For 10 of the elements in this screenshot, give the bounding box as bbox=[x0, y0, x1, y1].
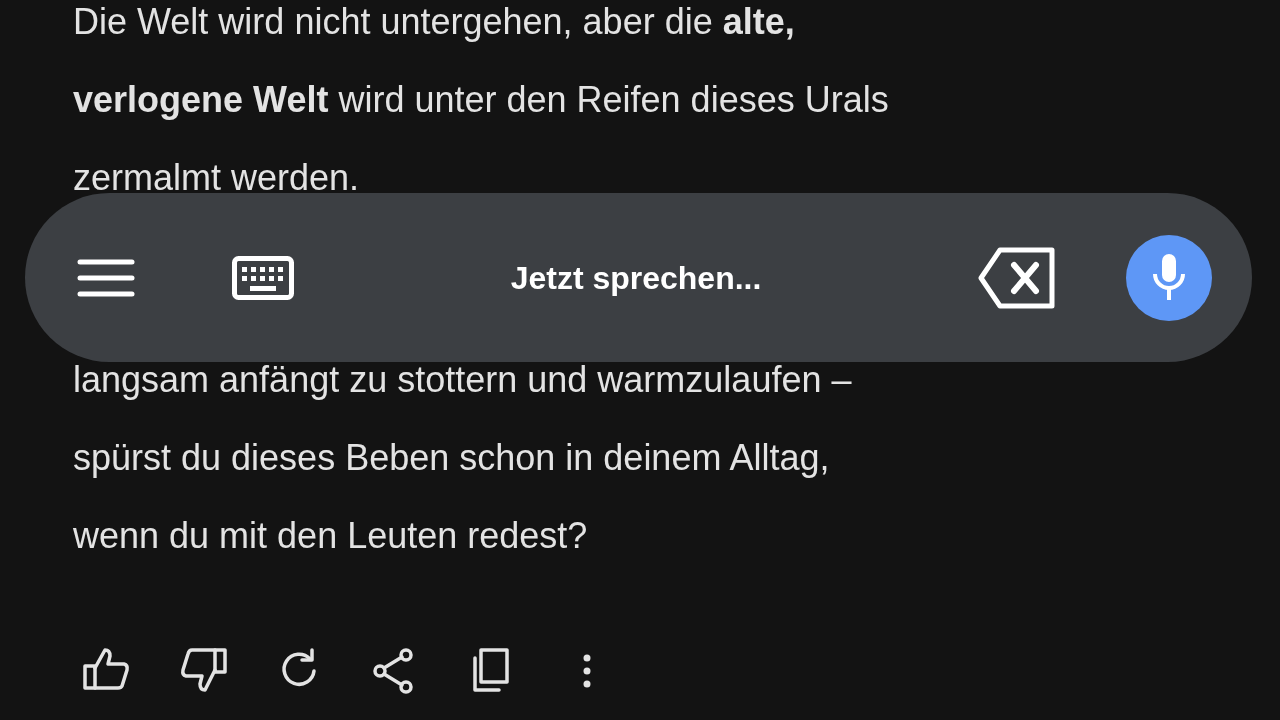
text-line: wenn du mit den Leuten redest? bbox=[73, 514, 588, 558]
text-line: zermalmt werden. bbox=[73, 156, 360, 200]
text-line: Die Welt wird nicht untergehen, aber die alte, bbox=[73, 0, 795, 44]
menu-icon[interactable] bbox=[77, 257, 135, 298]
text-line: verlogene Welt wird unter den Reifen dieses Urals bbox=[73, 78, 889, 122]
voice-prompt: Jetzt sprechen... bbox=[509, 258, 763, 298]
text-line: spürst du dieses Beben schon in deinem Alltag, bbox=[73, 436, 830, 480]
backspace-icon[interactable] bbox=[978, 246, 1056, 309]
text-line: langsam anfängt zu stottern und warmzulaufen – bbox=[73, 358, 852, 402]
keyboard-icon[interactable] bbox=[232, 255, 294, 300]
